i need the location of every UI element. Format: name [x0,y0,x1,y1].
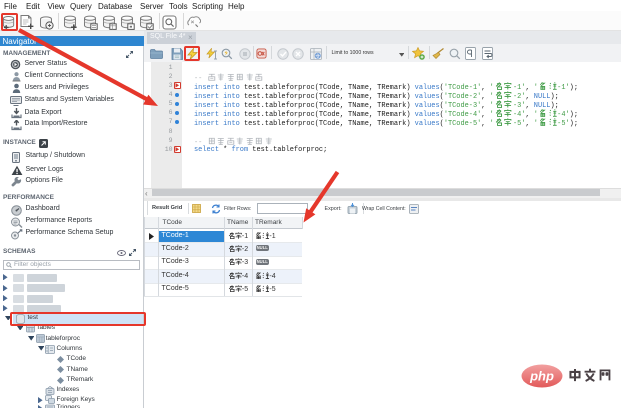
svg-text:php: php [529,369,554,384]
